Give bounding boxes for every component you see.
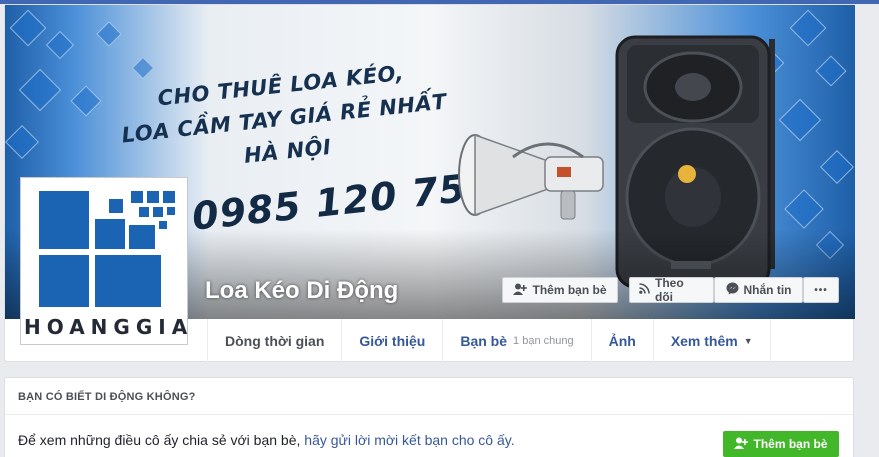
avatar-logo: HOANGGIA bbox=[24, 181, 194, 341]
do-you-know-card: BẠN CÓ BIẾT DI ĐỘNG KHÔNG? Để xem những … bbox=[4, 377, 854, 457]
cover-tile bbox=[5, 125, 39, 159]
hoanggia-logo-icon bbox=[39, 191, 175, 307]
cover-tile bbox=[815, 55, 847, 87]
cover-headline: CHO THUÊ LOA KÉO, LOA CẦM TAY GIÁ RẺ NHẤ… bbox=[115, 53, 454, 186]
logo-text: HOANGGIA bbox=[24, 315, 194, 339]
add-friend-label: Thêm bạn bè bbox=[532, 283, 607, 297]
cover-tile bbox=[70, 85, 102, 117]
cover-tile bbox=[45, 30, 75, 60]
cover-tile bbox=[778, 98, 822, 142]
card-divider bbox=[5, 414, 853, 415]
add-friend-button[interactable]: Thêm bạn bè bbox=[502, 277, 618, 303]
card-text-prefix: Để xem những điều cô ấy chia sẻ với bạn … bbox=[18, 432, 305, 448]
tab-friends[interactable]: Bạn bè 1 bạn chung bbox=[442, 319, 590, 363]
add-friend-icon bbox=[513, 283, 528, 298]
card-text: Để xem những điều cô ấy chia sẻ với bạn … bbox=[18, 432, 515, 448]
cover-tile bbox=[820, 150, 854, 184]
cover-phone-number: 0985 120 759 bbox=[190, 163, 496, 239]
tab-label: Dòng thời gian bbox=[225, 333, 325, 349]
rss-icon bbox=[639, 283, 650, 297]
more-icon: ••• bbox=[814, 284, 828, 296]
tab-label: Giới thiệu bbox=[359, 333, 426, 349]
caret-down-icon: ▼ bbox=[743, 336, 753, 346]
tab-photos[interactable]: Ảnh bbox=[590, 319, 653, 363]
cover-tile bbox=[96, 21, 122, 47]
add-friend-icon bbox=[734, 437, 749, 452]
profile-header: CHO THUÊ LOA KÉO, LOA CẦM TAY GIÁ RẺ NHẤ… bbox=[4, 4, 855, 363]
cover-tile bbox=[131, 56, 155, 80]
send-request-link[interactable]: hãy gửi lời mời kết bạn cho cô ấy. bbox=[304, 432, 514, 448]
message-label: Nhắn tin bbox=[743, 283, 792, 297]
add-friend-green-button[interactable]: Thêm bạn bè bbox=[723, 431, 839, 457]
follow-button[interactable]: Theo dõi bbox=[629, 276, 714, 304]
message-button[interactable]: Nhắn tin bbox=[714, 277, 803, 303]
cover-tile bbox=[9, 9, 47, 47]
add-friend-green-label: Thêm bạn bè bbox=[753, 437, 828, 451]
tab-label: Xem thêm bbox=[670, 333, 738, 349]
tab-timeline[interactable]: Dòng thời gian bbox=[207, 319, 341, 363]
card-title: BẠN CÓ BIẾT DI ĐỘNG KHÔNG? bbox=[18, 391, 196, 403]
tab-label: Ảnh bbox=[608, 333, 636, 349]
profile-tabs: Dòng thời gian Giới thiệu Bạn bè 1 bạn c… bbox=[207, 319, 771, 363]
cover-tile bbox=[18, 68, 62, 112]
profile-name[interactable]: Loa Kéo Di Động bbox=[205, 277, 398, 305]
tab-label: Bạn bè bbox=[460, 333, 508, 349]
follow-label: Theo dõi bbox=[655, 276, 684, 304]
tab-about[interactable]: Giới thiệu bbox=[341, 319, 442, 363]
cover-tile bbox=[789, 9, 827, 47]
cover-tile bbox=[784, 189, 824, 229]
profile-avatar[interactable]: HOANGGIA bbox=[20, 177, 188, 345]
tab-more[interactable]: Xem thêm ▼ bbox=[652, 319, 771, 363]
megaphone-image bbox=[458, 133, 604, 220]
mutual-friends-count: 1 bạn chung bbox=[513, 335, 574, 347]
messenger-icon bbox=[726, 282, 739, 298]
more-options-button[interactable]: ••• bbox=[803, 277, 839, 303]
